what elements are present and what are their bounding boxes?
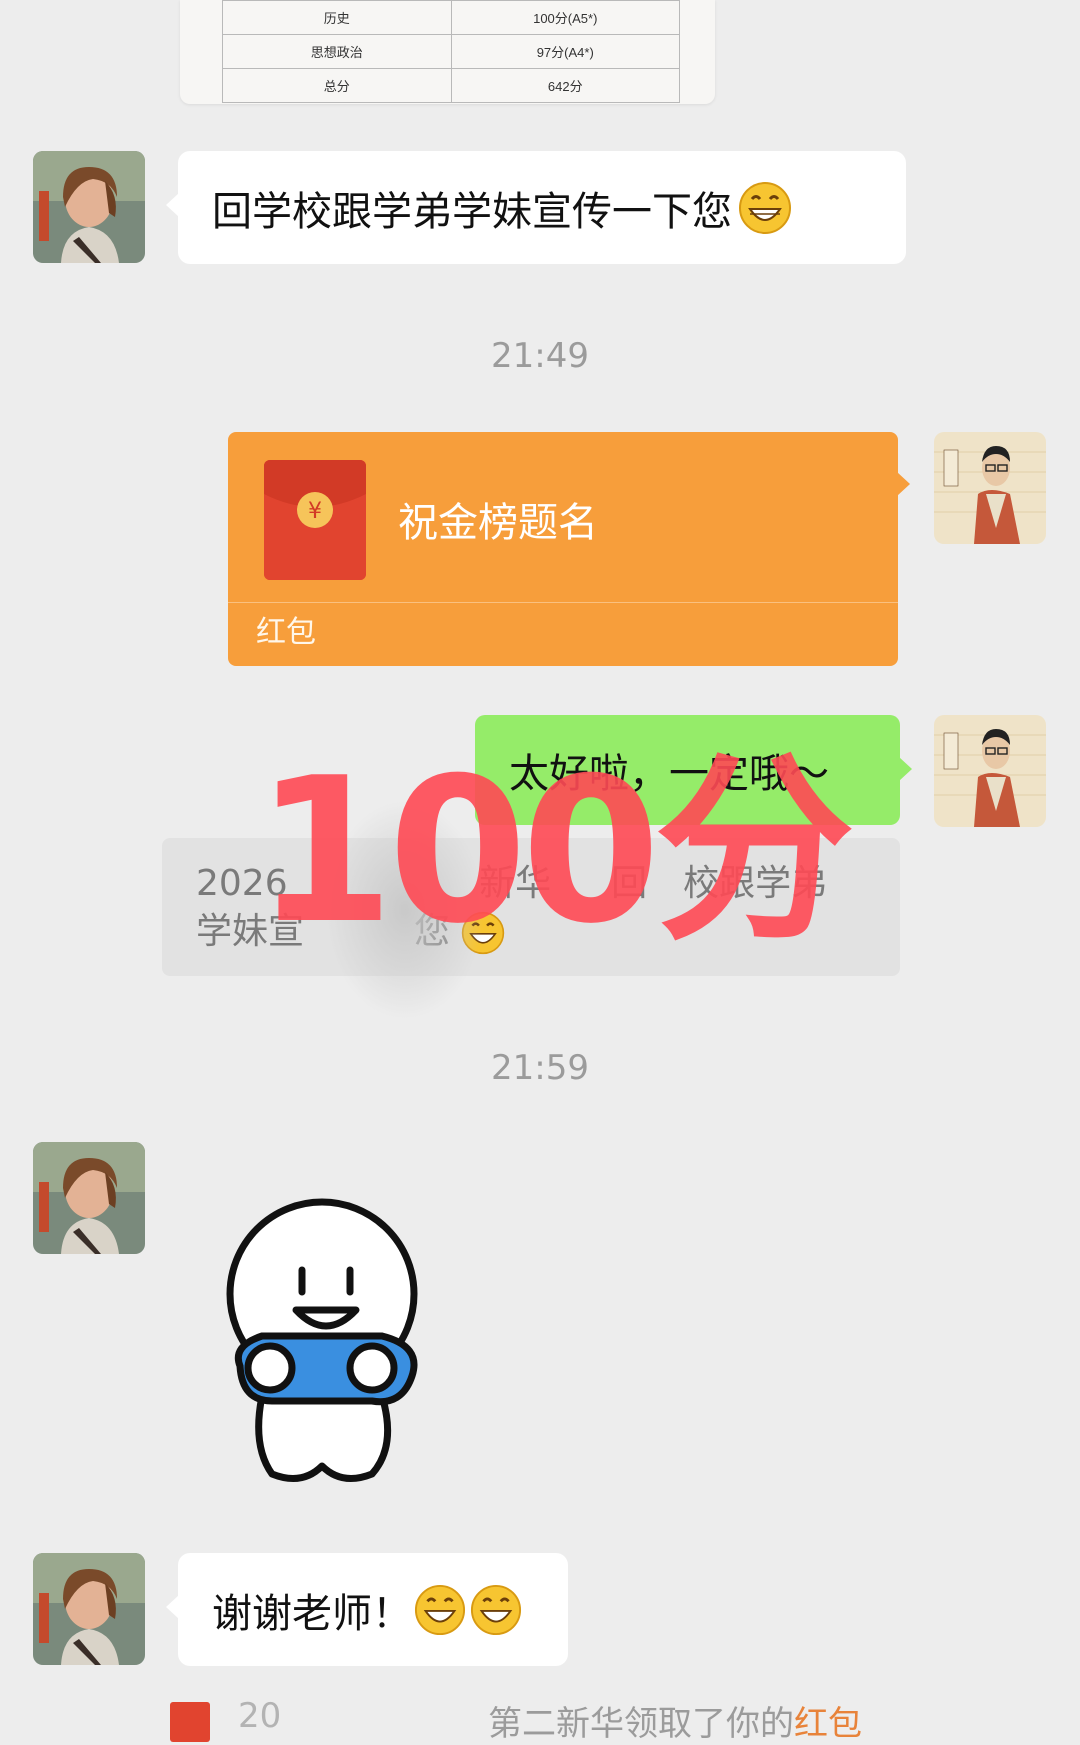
smiling-character-sticker[interactable] — [222, 1196, 432, 1486]
teacher-avatar[interactable] — [934, 432, 1046, 544]
score-cell: 97分(A4*) — [450, 34, 680, 69]
yuan-symbol: ¥ — [308, 499, 322, 524]
score-cell: 642分 — [450, 68, 680, 103]
grinning-emoji-icon — [470, 1584, 522, 1635]
subject-cell: 思想政治 — [222, 34, 452, 69]
red-envelope-icon: ¥ — [264, 460, 366, 580]
red-packet-label: 红包 — [256, 615, 316, 650]
red-packet-wish: 祝金榜题名 — [398, 500, 598, 546]
student-avatar[interactable] — [33, 1142, 145, 1254]
notice-partial-text: 20 — [238, 1696, 282, 1736]
student-avatar[interactable] — [33, 151, 145, 263]
bubble-tail — [899, 757, 912, 781]
score-cell: 100分(A5*) — [450, 0, 680, 35]
grinning-emoji-icon — [414, 1584, 466, 1635]
bubble-tail — [166, 1595, 179, 1619]
score-report-card[interactable]: 历史 100分(A5*) 思想政治 97分(A4*) 总分 642分 — [180, 0, 715, 104]
system-notice: 20 第二新华领取了你的红包 — [170, 1694, 910, 1744]
teacher-avatar-icon — [934, 715, 1046, 827]
timestamp: 21:49 — [491, 336, 589, 376]
divider — [228, 602, 898, 603]
notice-body: 第二新华领取了你的 — [488, 1704, 794, 1744]
red-envelope-icon — [170, 1702, 210, 1742]
girl-avatar-icon — [33, 1142, 145, 1254]
table-row: 历史 100分(A5*) — [222, 0, 680, 35]
score-watermark: 100分 — [255, 735, 854, 968]
timestamp: 21:59 — [491, 1048, 589, 1088]
red-packet-link[interactable]: 红包 — [794, 1704, 862, 1744]
message-text: 谢谢老师！ — [212, 1590, 412, 1637]
teacher-avatar[interactable] — [934, 715, 1046, 827]
girl-avatar-icon — [33, 1553, 145, 1665]
message-text: 回学校跟学弟学妹宣传一下您 — [212, 188, 732, 235]
student-avatar[interactable] — [33, 1553, 145, 1665]
sticker-icon — [226, 1198, 418, 1482]
subject-cell: 总分 — [222, 68, 452, 103]
notice-text: 第二新华领取了你的红包 — [488, 1696, 862, 1745]
teacher-avatar-icon — [934, 432, 1046, 544]
bubble-tail — [897, 472, 910, 496]
red-packet-message[interactable]: ¥ 祝金榜题名 红包 — [228, 432, 910, 666]
table-row: 思想政治 97分(A4*) — [222, 34, 680, 69]
subject-cell: 历史 — [222, 0, 452, 35]
grinning-emoji-icon — [739, 181, 791, 234]
message-bubble-incoming[interactable]: 回学校跟学弟学妹宣传一下您 — [166, 151, 906, 264]
bubble-tail — [166, 193, 179, 217]
message-bubble-incoming[interactable]: 谢谢老师！ — [166, 1553, 568, 1666]
score-table: 历史 100分(A5*) 思想政治 97分(A4*) 总分 642分 — [222, 0, 680, 103]
girl-avatar-icon — [33, 151, 145, 263]
table-row: 总分 642分 — [222, 68, 680, 103]
